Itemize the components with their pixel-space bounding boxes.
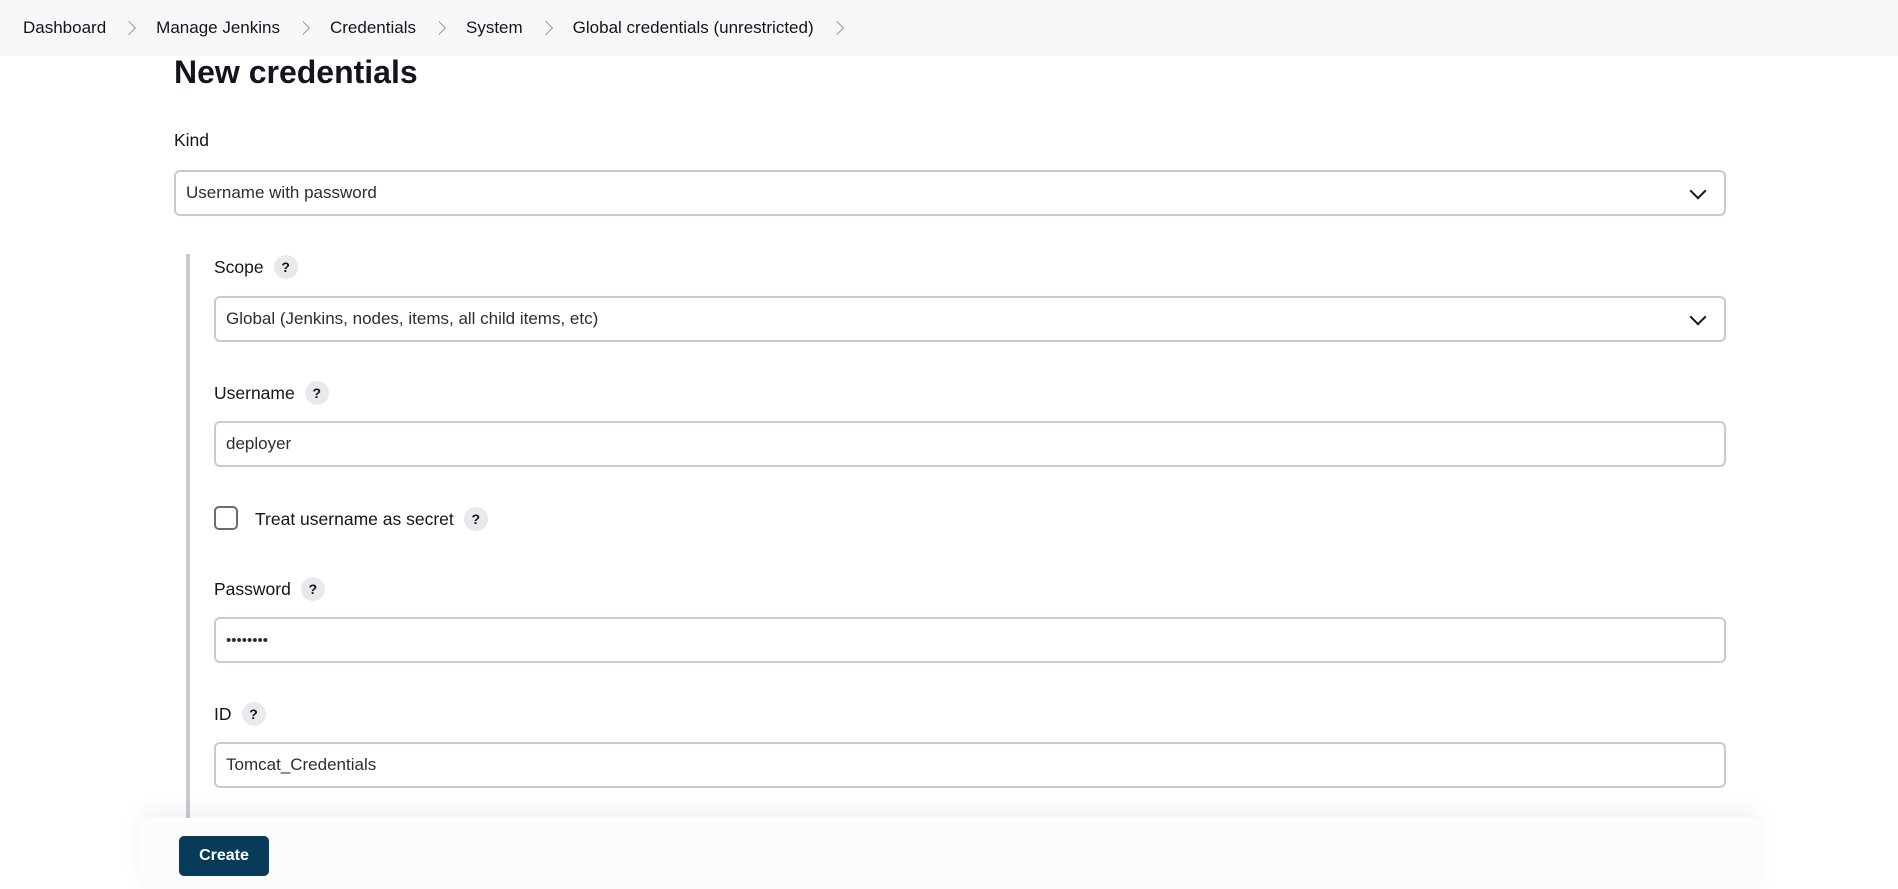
chevron-right-icon [295,20,311,36]
treat-username-secret-checkbox[interactable] [214,506,238,530]
id-label: ID ? [214,702,266,726]
kind-label: Kind [174,130,209,151]
breadcrumb-system[interactable]: System [466,18,523,38]
breadcrumb: Dashboard Manage Jenkins Credentials Sys… [0,0,1898,56]
treat-secret-help-icon[interactable]: ? [463,507,488,531]
chevron-down-icon [1689,182,1707,200]
scope-select[interactable]: Global (Jenkins, nodes, items, all child… [214,296,1726,342]
bottom-action-bar [140,818,1760,889]
breadcrumb-credentials[interactable]: Credentials [330,18,416,38]
breadcrumb-dashboard[interactable]: Dashboard [23,18,106,38]
kind-select[interactable]: Username with password [174,170,1726,216]
page-title: New credentials [174,54,418,90]
chevron-right-icon [122,20,137,36]
password-label: Password ? [214,577,325,601]
username-input[interactable]: deployer [214,421,1726,467]
id-label-text: ID [214,703,232,724]
scope-label-text: Scope [214,256,264,277]
username-label: Username ? [214,381,329,405]
username-input-value: deployer [226,434,292,453]
password-input-value: •••••••• [226,631,269,649]
chevron-right-icon [431,20,447,36]
id-help-icon[interactable]: ? [241,702,266,726]
scope-label: Scope ? [214,255,298,279]
treat-username-secret-text[interactable]: Treat username as secret [255,509,454,530]
kind-label-text: Kind [174,130,210,150]
chevron-down-icon [1689,308,1707,326]
chevron-right-icon [538,20,553,36]
section-divider [186,254,190,819]
username-help-icon[interactable]: ? [304,381,329,405]
password-help-icon[interactable]: ? [300,577,325,601]
treat-username-secret-label: Treat username as secret ? [255,507,488,531]
scope-help-icon[interactable]: ? [273,255,298,279]
breadcrumb-manage-jenkins[interactable]: Manage Jenkins [156,18,280,38]
password-input[interactable]: •••••••• [214,617,1726,663]
breadcrumb-global-credentials[interactable]: Global credentials (unrestricted) [573,18,814,38]
id-input[interactable]: Tomcat_Credentials [214,742,1726,788]
password-label-text: Password [214,578,291,599]
username-label-text: Username [214,382,295,403]
id-input-value: Tomcat_Credentials [226,755,377,774]
scope-select-value: Global (Jenkins, nodes, items, all child… [226,309,599,328]
kind-select-value: Username with password [186,183,377,202]
chevron-right-icon[interactable] [829,20,844,36]
create-button[interactable]: Create [179,836,269,876]
